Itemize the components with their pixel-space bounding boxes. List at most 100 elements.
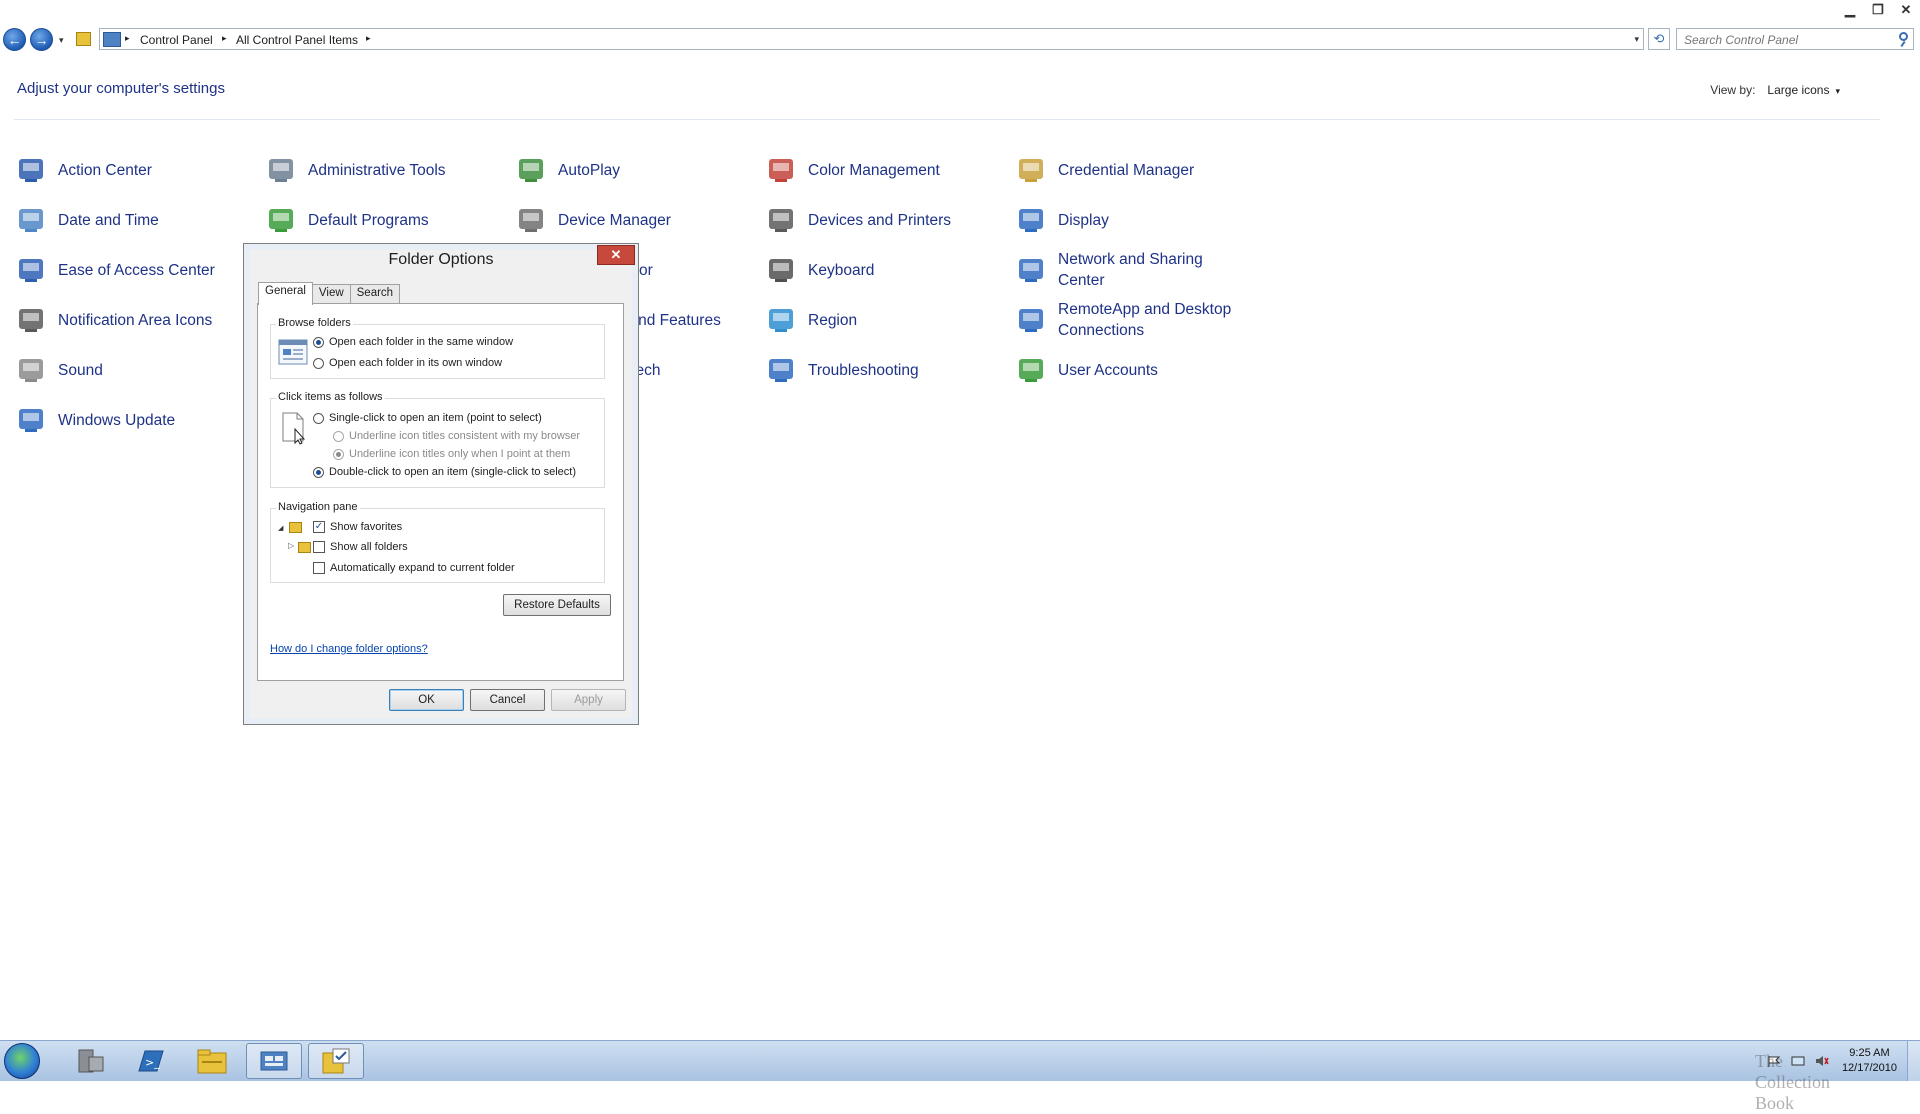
taskbar-folder-options[interactable]: [308, 1043, 364, 1079]
folder-icon: [298, 542, 311, 553]
radio-indicator[interactable]: [313, 357, 324, 369]
checkbox-show-all-folders[interactable]: Show all folders: [313, 541, 408, 553]
tab-general[interactable]: General: [258, 282, 313, 305]
radio-indicator[interactable]: [313, 412, 324, 424]
cp-item-autoplay[interactable]: AutoPlay: [514, 148, 754, 192]
tab-view[interactable]: View: [311, 284, 351, 305]
cp-item-troubleshooting[interactable]: Troubleshooting: [764, 348, 1004, 392]
cp-item-remoteapp-and-desktop-connections[interactable]: RemoteApp and Desktop Connections: [1014, 298, 1254, 342]
view-by-dropdown[interactable]: Large icons ▾: [1767, 83, 1840, 97]
search-icon[interactable]: [1899, 32, 1908, 41]
cp-item-credential-manager[interactable]: Credential Manager: [1014, 148, 1254, 192]
cp-item-label: Windows Update: [58, 411, 176, 429]
breadcrumb-control-panel[interactable]: Control Panel: [140, 33, 213, 47]
ease-of-access-icon: [14, 253, 48, 287]
ok-button[interactable]: OK: [389, 689, 464, 711]
breadcrumb-separator[interactable]: ▸: [222, 33, 227, 44]
cp-item-color-management[interactable]: Color Management: [764, 148, 1004, 192]
address-bar[interactable]: ▸ Control Panel ▸ All Control Panel Item…: [99, 28, 1644, 50]
cp-item-sound[interactable]: Sound: [14, 348, 254, 392]
cp-item-label: AutoPlay: [558, 161, 621, 179]
radio-indicator[interactable]: [333, 448, 344, 460]
radio-same-window[interactable]: Open each folder in the same window: [313, 336, 513, 348]
tab-search[interactable]: Search: [349, 284, 401, 305]
cp-item-administrative-tools[interactable]: Administrative Tools: [264, 148, 504, 192]
header-divider: [14, 119, 1880, 120]
start-button[interactable]: [4, 1043, 40, 1079]
cp-item-notification-area-icons[interactable]: Notification Area Icons: [14, 298, 254, 342]
dialog-close-button[interactable]: ✕: [597, 245, 635, 265]
powershell-icon: >_: [138, 1050, 164, 1072]
cp-item-label: Devices and Printers: [808, 211, 952, 229]
option-label: Double-click to open an item (single-cli…: [329, 466, 576, 478]
radio-indicator[interactable]: [333, 430, 344, 442]
checkbox-show-favorites[interactable]: ✓ Show favorites: [313, 521, 402, 533]
general-tab-panel: Browse folders Open each folder in the s…: [257, 303, 624, 681]
cp-item-windows-update[interactable]: Windows Update: [14, 398, 254, 442]
close-window-button[interactable]: ✕: [1892, 0, 1920, 20]
forward-button[interactable]: →: [30, 28, 53, 51]
radio-double-click[interactable]: Double-click to open an item (single-cli…: [313, 466, 576, 478]
navigation-pane-group: Navigation pane ◢ ✓ Show favorites ▷ Sho…: [270, 501, 605, 583]
refresh-button[interactable]: ⟲: [1648, 28, 1670, 50]
clock-time: 9:25 AM: [1849, 1047, 1890, 1059]
restore-defaults-button[interactable]: Restore Defaults: [503, 594, 611, 616]
cp-item-default-programs[interactable]: Default Programs: [264, 198, 504, 242]
cp-item-date-and-time[interactable]: Date and Time: [14, 198, 254, 242]
cp-item-region[interactable]: Region: [764, 298, 1004, 342]
checkbox-indicator[interactable]: ✓: [313, 521, 325, 533]
taskbar-explorer[interactable]: [184, 1043, 240, 1079]
checkbox-indicator[interactable]: [313, 541, 325, 553]
speaker-icon: [14, 353, 48, 387]
recent-pages-dropdown[interactable]: ▾: [59, 35, 64, 46]
minimize-button[interactable]: ▁: [1836, 0, 1864, 20]
cp-item-keyboard[interactable]: Keyboard: [764, 248, 1004, 292]
radio-underline-point[interactable]: Underline icon titles only when I point …: [333, 448, 570, 460]
search-input[interactable]: [1682, 30, 1886, 50]
radio-indicator[interactable]: [313, 466, 324, 478]
color-management-icon: [764, 153, 798, 187]
cp-item-network-and-sharing-center[interactable]: Network and Sharing Center: [1014, 248, 1254, 292]
cp-item-ease-of-access-center[interactable]: Ease of Access Center: [14, 248, 254, 292]
radio-underline-browser[interactable]: Underline icon titles consistent with my…: [333, 430, 580, 442]
cp-item-action-center[interactable]: Action Center: [14, 148, 254, 192]
close-icon: ✕: [610, 247, 622, 262]
address-dropdown-icon[interactable]: ▾: [1634, 34, 1639, 45]
breadcrumb-all-items[interactable]: All Control Panel Items: [236, 33, 358, 47]
cp-item-device-manager[interactable]: Device Manager: [514, 198, 754, 242]
taskbar-control-panel[interactable]: [246, 1043, 302, 1079]
watermark: The Collection Book: [1755, 1051, 1830, 1113]
radio-indicator[interactable]: [313, 336, 324, 348]
clock[interactable]: 9:25 AM 12/17/2010: [1842, 1046, 1897, 1076]
forward-arrow-icon: →: [34, 31, 49, 48]
cp-item-label: Region: [808, 311, 858, 329]
checkbox-indicator[interactable]: [313, 562, 325, 574]
search-box: [1676, 28, 1914, 50]
radio-single-click[interactable]: Single-click to open an item (point to s…: [313, 412, 542, 424]
show-desktop-button[interactable]: [1907, 1041, 1920, 1081]
option-label: Show favorites: [330, 521, 403, 533]
cp-item-display[interactable]: Display: [1014, 198, 1254, 242]
folder-options-icon: [322, 1048, 350, 1074]
breadcrumb-separator[interactable]: ▸: [366, 33, 371, 44]
display-icon: [1014, 203, 1048, 237]
cp-item-user-accounts[interactable]: User Accounts: [1014, 348, 1254, 392]
checkbox-auto-expand[interactable]: Automatically expand to current folder: [313, 562, 515, 574]
apply-button[interactable]: Apply: [551, 689, 626, 711]
restore-button[interactable]: ❐: [1864, 0, 1892, 20]
cp-item-label: Color Management: [808, 161, 940, 179]
breadcrumb-separator[interactable]: ▸: [125, 33, 130, 44]
back-button[interactable]: ←: [3, 28, 26, 51]
cp-item-devices-and-printers[interactable]: Devices and Printers: [764, 198, 1004, 242]
network-icon: [1014, 253, 1048, 287]
taskbar-server-manager[interactable]: [62, 1043, 118, 1079]
help-link[interactable]: How do I change folder options?: [270, 643, 428, 655]
cp-item-label: Device Manager: [558, 211, 671, 229]
folder-up-icon[interactable]: [76, 32, 91, 46]
cp-item-label: Display: [1058, 211, 1109, 229]
view-by: View by: Large icons ▾: [1710, 83, 1840, 97]
taskbar-powershell[interactable]: >_: [122, 1043, 178, 1079]
radio-own-window[interactable]: Open each folder in its own window: [313, 357, 502, 369]
dialog-tabs: General View Search: [258, 282, 401, 305]
cancel-button[interactable]: Cancel: [470, 689, 545, 711]
